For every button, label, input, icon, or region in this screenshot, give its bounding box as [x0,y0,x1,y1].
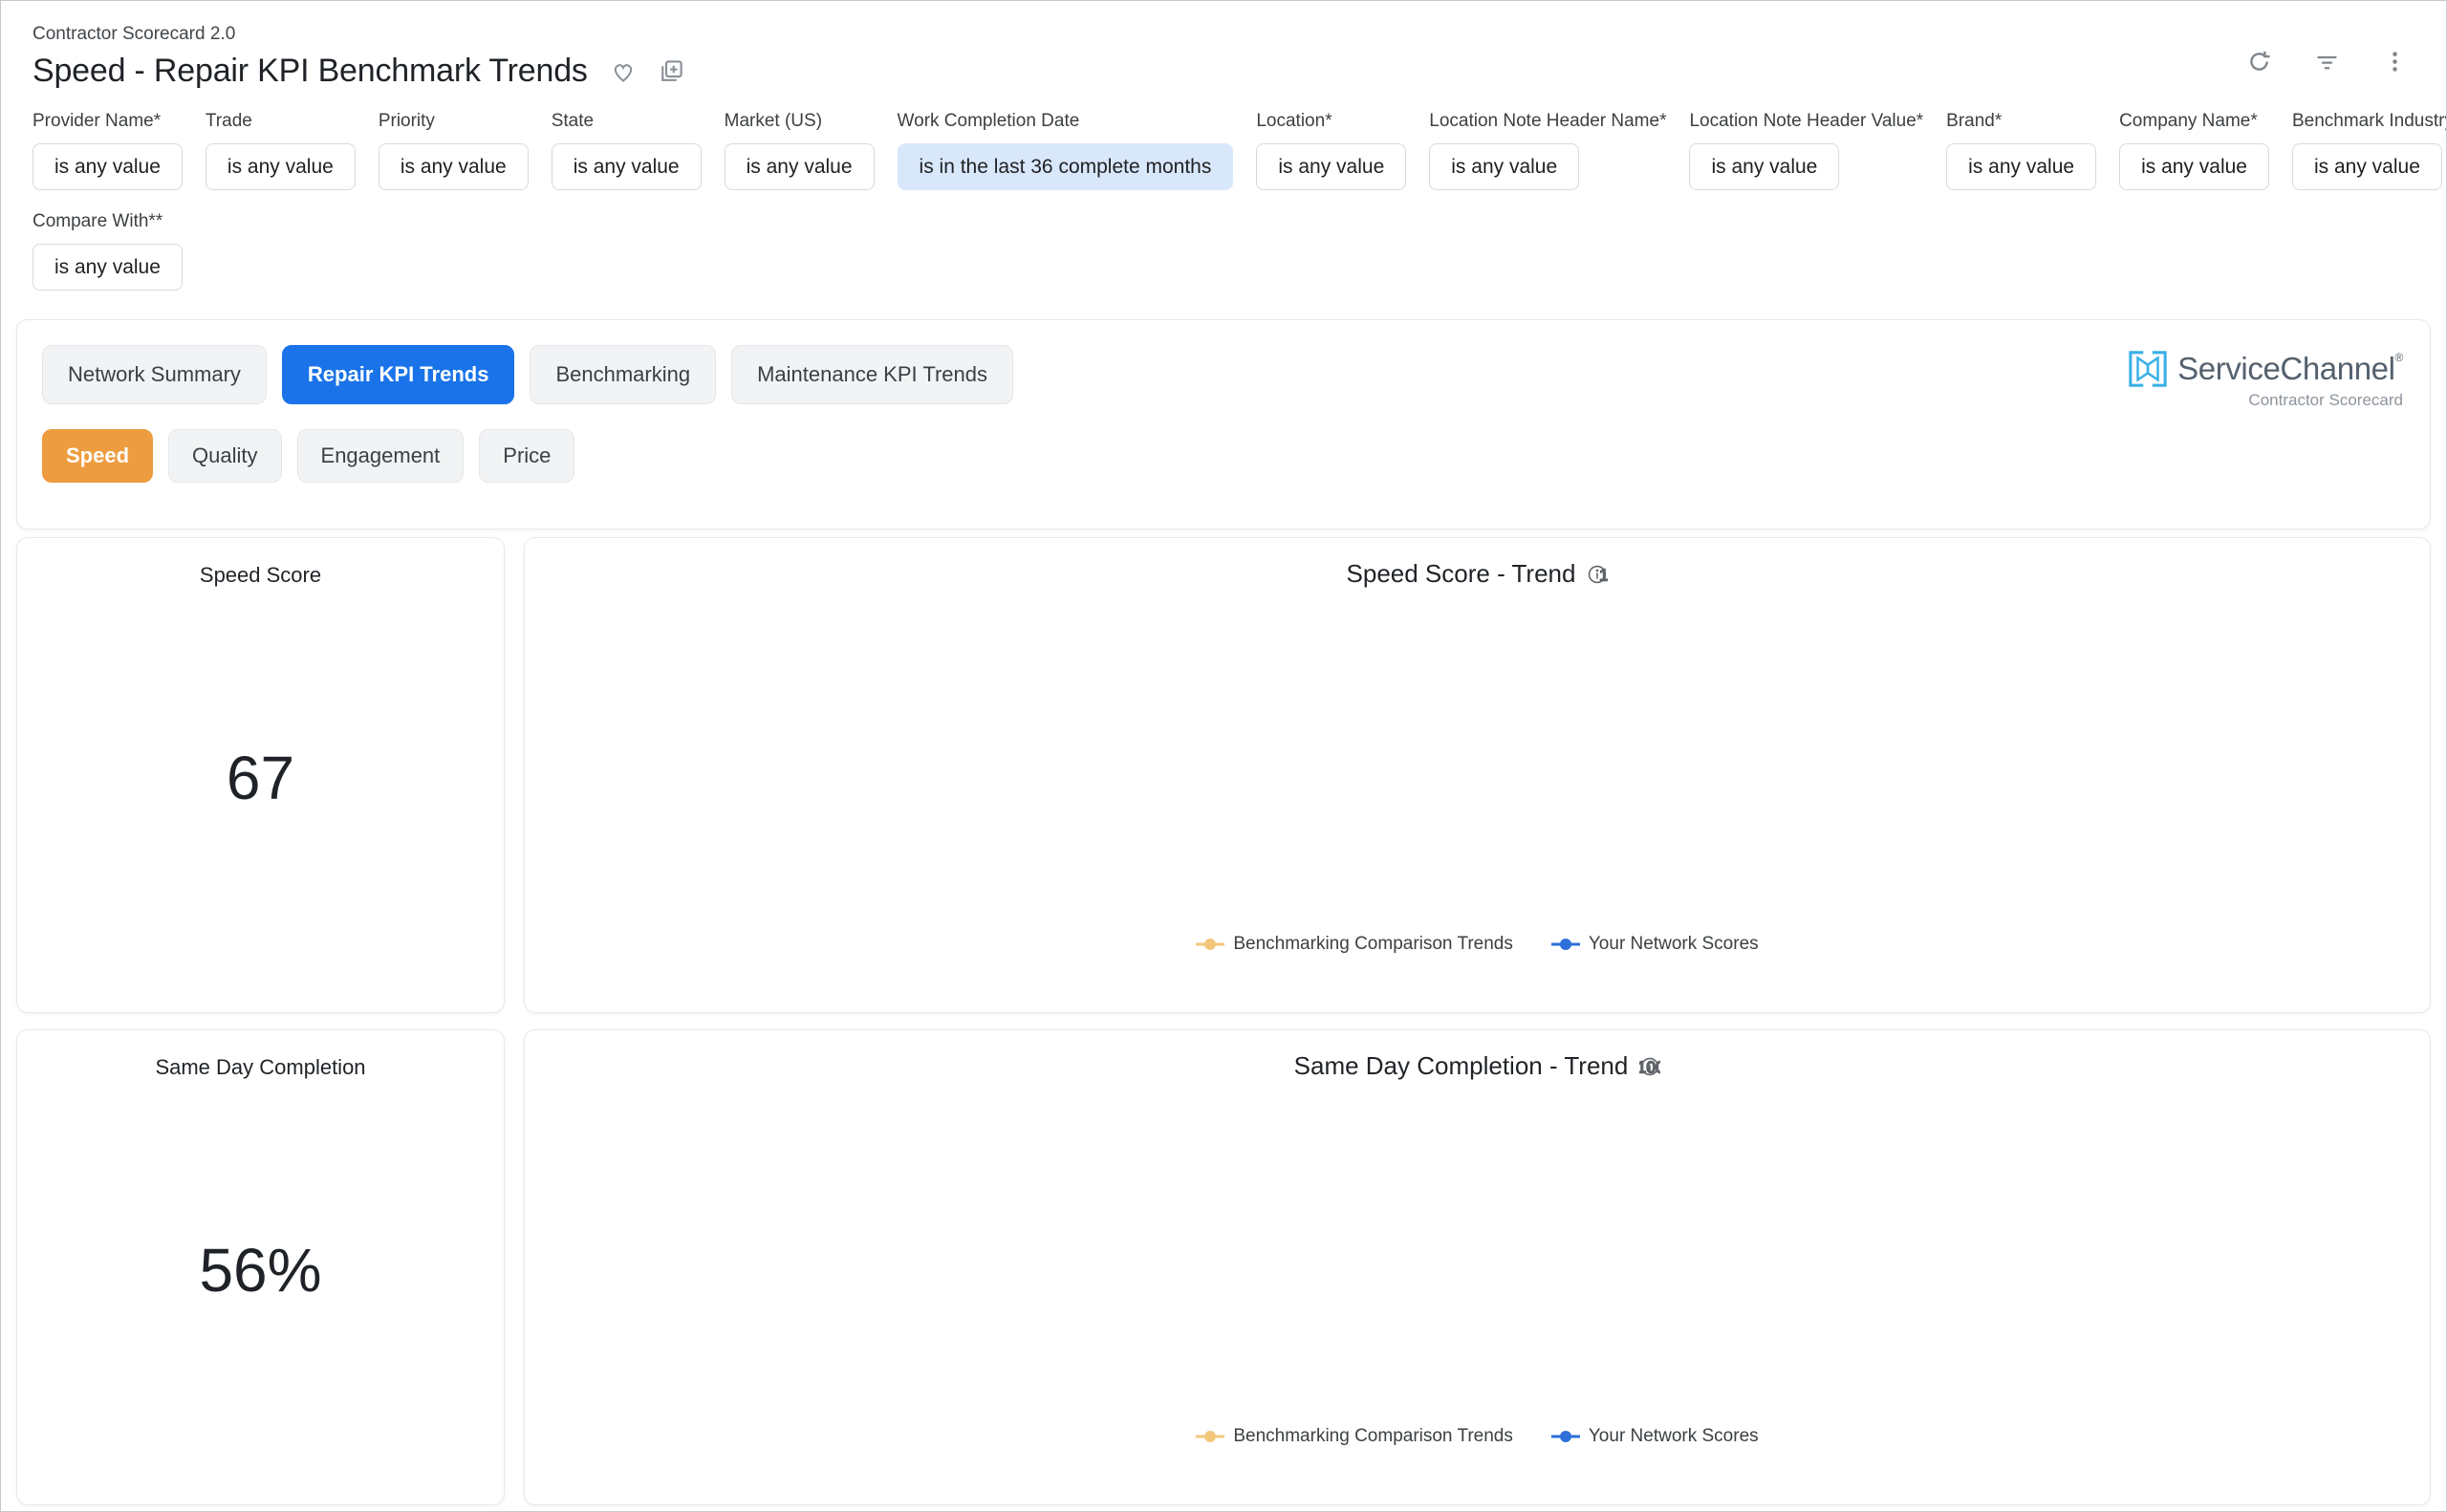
filter-compare-with: Compare With** is any value [32,211,183,291]
filter-trade: Trade is any value [205,111,356,190]
legend-item-your-network-scores[interactable]: Your Network Scores [1550,934,1759,955]
tab-price[interactable]: Price [479,429,575,483]
speed-score-tile: Speed Score 67 [16,537,505,1013]
same-day-completion-chart [548,1091,2364,1420]
info-icon[interactable]: 050100Jul'21Oct'21Jan'22Apr'22Jul'22Oct'… [1587,564,1608,585]
filter-pill-location-note-header-value[interactable]: is any value [1689,143,1840,190]
report-tabs: Network Summary Repair KPI Trends Benchmar… [42,345,2405,404]
filter-priority: Priority is any value [378,111,529,190]
app-root: Contractor Scorecard 2.0 Speed - Repair … [0,0,2447,1512]
tab-engagement[interactable]: Engagement [296,429,465,483]
filter-provider-name: Provider Name* is any value [32,111,183,190]
filter-pill-location-note-header-name[interactable]: is any value [1429,143,1580,190]
filter-label: State [551,111,595,131]
copy-report-icon[interactable] [657,57,685,86]
kpi-tabs: Speed Quality Engagement Price [42,429,2405,483]
tab-quality[interactable]: Quality [168,429,282,483]
favorite-heart-icon[interactable] [609,58,638,85]
tab-benchmarking[interactable]: Benchmarking [530,345,717,404]
filter-bar-row-1: Provider Name* is any value Trade is any va… [32,111,2446,190]
filter-work-completion-date: Work Completion Date is in the last 36 co… [897,111,1234,190]
legend-marker-icon [1196,939,1225,950]
filter-label: Provider Name* [32,111,162,131]
filter-pill-state[interactable]: is any value [551,143,702,190]
filter-label: Brand* [1946,111,2003,131]
kpi-tile-value: 56% [199,1236,322,1305]
filter-benchmark-industry: Benchmark Industry** is any value [2291,111,2446,190]
filter-label: Company Name* [2119,111,2258,131]
legend-item-benchmarking-comparison-trends[interactable]: Benchmarking Comparison Trends [1196,934,1513,955]
tab-repair-kpi-trends[interactable]: Repair KPI Trends [281,345,515,404]
header-actions [2246,49,2408,75]
tab-network-summary[interactable]: Network Summary [42,345,267,404]
filter-icon[interactable] [2314,49,2340,75]
logo-subtitle: Contractor Scorecard [2248,391,2403,409]
tab-maintenance-kpi-trends[interactable]: Maintenance KPI Trends [731,345,1013,404]
filter-company-name: Company Name* is any value [2119,111,2269,190]
same-day-completion-trend-panel: Same Day Completion - Trend 0%50%100%Jul… [524,1029,2431,1505]
legend-label: Your Network Scores [1588,934,1759,954]
filter-brand: Brand* is any value [1946,111,2097,190]
filter-market-us: Market (US) is any value [724,111,875,190]
navigation-card: Network Summary Repair KPI Trends Benchmar… [16,319,2431,529]
tab-speed[interactable]: Speed [42,429,154,483]
filter-label: Market (US) [724,111,823,131]
filter-label: Location* [1256,111,1332,131]
filter-label: Location Note Header Name* [1429,111,1667,131]
filter-pill-trade[interactable]: is any value [205,143,356,190]
kpi-tile-title: Same Day Completion [155,1055,366,1079]
logo-name: ServiceChannel® [2177,351,2403,386]
filter-location: Location* is any value [1256,111,1407,190]
dashboard-content: Network Summary Repair KPI Trends Benchmar… [1,319,2446,1505]
chart-title: Speed Score - Trend 050100Jul'21Oct'21Ja… [548,559,2407,589]
filter-label: Work Completion Date [897,111,1080,131]
speed-score-trend-panel: Speed Score - Trend 050100Jul'21Oct'21Ja… [524,537,2431,1013]
legend-marker-icon [1550,1431,1580,1442]
filter-location-note-header-value: Location Note Header Value* is any value [1689,111,1923,190]
servicechannel-logo-icon [2126,349,2170,389]
filter-bar-row-2: Compare With** is any value [32,211,2408,291]
filter-location-note-header-name: Location Note Header Name* is any value [1429,111,1666,190]
filter-pill-provider-name[interactable]: is any value [32,143,183,190]
page-header: Contractor Scorecard 2.0 Speed - Repair … [1,1,2446,291]
filter-label: Priority [378,111,435,131]
more-options-icon[interactable] [2382,49,2408,75]
refresh-icon[interactable] [2246,49,2272,75]
page-title: Speed - Repair KPI Benchmark Trends [32,53,588,89]
kpi-tile-title: Speed Score [199,563,322,587]
breadcrumb: Contractor Scorecard 2.0 [32,24,236,44]
filter-pill-priority[interactable]: is any value [378,143,529,190]
chart-legend: Benchmarking Comparison Trends Your Netwo… [548,934,2407,955]
legend-marker-icon [1550,939,1580,950]
chart-legend: Benchmarking Comparison Trends Your Netwo… [548,1426,2407,1447]
filter-label: Trade [205,111,252,131]
legend-label: Benchmarking Comparison Trends [1233,1426,1513,1446]
legend-label: Benchmarking Comparison Trends [1233,934,1513,954]
filter-label: Location Note Header Value* [1689,111,1924,131]
filter-pill-company-name[interactable]: is any value [2119,143,2269,190]
same-day-completion-tile: Same Day Completion 56% [16,1029,505,1505]
legend-label: Your Network Scores [1588,1426,1759,1446]
filter-pill-work-completion-date[interactable]: is in the last 36 complete months [897,143,1234,190]
servicechannel-logo: ServiceChannel® Contractor Scorecard [2126,349,2403,410]
info-icon[interactable]: 0%50%100%Jul'21Oct'21Jan'22Apr'22Jul'22O… [1639,1056,1660,1076]
filter-pill-market-us[interactable]: is any value [724,143,875,190]
speed-score-chart [548,598,2364,928]
legend-item-your-network-scores[interactable]: Your Network Scores [1550,1426,1759,1447]
kpi-tile-value: 67 [226,744,295,812]
filter-pill-location[interactable]: is any value [1256,143,1407,190]
svg-text:100: 100 [1600,565,1609,584]
filter-pill-compare-with[interactable]: is any value [32,244,183,291]
filter-state: State is any value [551,111,702,190]
chart-title: Same Day Completion - Trend 0%50%100%Jul… [548,1051,2407,1081]
svg-text:100%: 100% [1639,1057,1660,1076]
filter-pill-benchmark-industry[interactable]: is any value [2291,143,2442,190]
filter-label: Benchmark Industry** [2291,111,2446,131]
legend-marker-icon [1196,1431,1225,1442]
legend-item-benchmarking-comparison-trends[interactable]: Benchmarking Comparison Trends [1196,1426,1513,1447]
filter-label: Compare With** [32,211,163,231]
filter-pill-brand[interactable]: is any value [1946,143,2097,190]
